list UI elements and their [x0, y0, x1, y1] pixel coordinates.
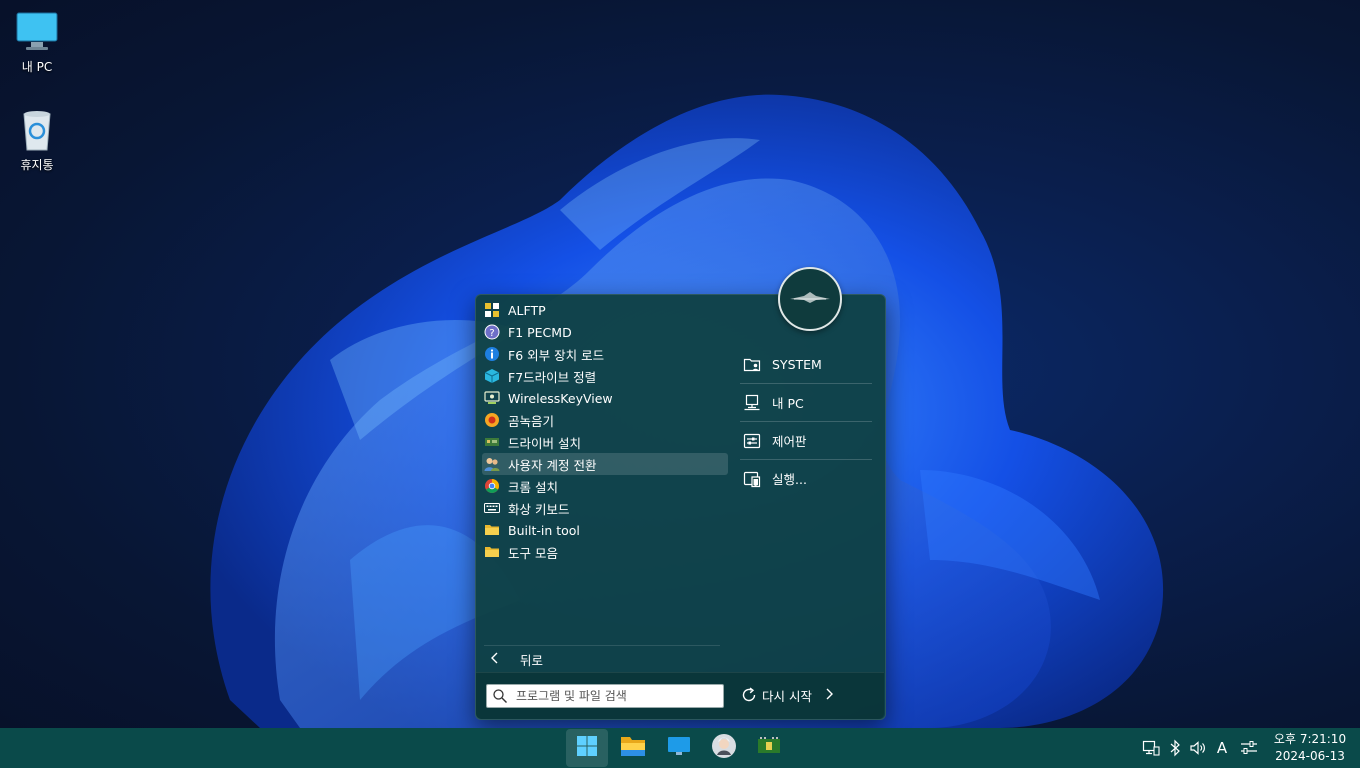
- user-folder-icon: [743, 356, 761, 374]
- taskbar-desktop-app[interactable]: [658, 729, 700, 767]
- search-icon: [492, 688, 508, 704]
- right-item-my-pc[interactable]: 내 PC: [740, 384, 872, 422]
- start-button[interactable]: [566, 729, 608, 767]
- program-label: ALFTP: [508, 302, 546, 318]
- program-label: 곰녹음기: [508, 413, 555, 429]
- hardware-app-icon: [757, 736, 781, 760]
- cube-icon: [484, 368, 500, 384]
- desktop-app-icon: [667, 735, 691, 761]
- settings-sliders-icon[interactable]: [1240, 739, 1258, 757]
- restart-icon: [740, 686, 758, 704]
- recycle-bin-icon: [15, 108, 59, 152]
- right-item-label: 제어판: [772, 434, 807, 449]
- chrome-icon: [484, 478, 500, 494]
- taskbar-hardware-app[interactable]: [748, 729, 790, 767]
- program-item-f7-drive-sort[interactable]: F7드라이브 정렬: [482, 365, 728, 387]
- program-item-wirelesskeyview[interactable]: WirelessKeyView: [482, 387, 728, 409]
- monitor-icon: [15, 10, 59, 54]
- volume-icon[interactable]: [1189, 739, 1207, 757]
- folder-icon: [484, 544, 500, 560]
- desktop-icon-recycle-bin[interactable]: 휴지통: [0, 108, 74, 173]
- program-item-f1-pecmd[interactable]: ? F1 PECMD: [482, 321, 728, 343]
- right-item-system[interactable]: SYSTEM: [740, 346, 872, 384]
- program-item-alftp[interactable]: ALFTP: [482, 299, 728, 321]
- desktop-icon-my-pc[interactable]: 내 PC: [0, 10, 74, 75]
- alftp-icon: [484, 302, 500, 318]
- chevron-right-icon: [824, 687, 836, 704]
- program-label: 도구 모음: [508, 545, 558, 561]
- back-button[interactable]: 뒤로: [484, 645, 720, 672]
- chevron-left-icon: [488, 651, 510, 668]
- windows-logo-icon: [576, 735, 598, 761]
- right-item-label: 실행...: [772, 472, 807, 487]
- bluetooth-icon[interactable]: [1166, 739, 1184, 757]
- taskbar-file-explorer[interactable]: [612, 729, 654, 767]
- program-label: F6 외부 장치 로드: [508, 347, 605, 363]
- program-item-toolbox[interactable]: 도구 모음: [482, 541, 728, 563]
- svg-text:?: ?: [489, 328, 494, 339]
- right-item-run[interactable]: 실행...: [740, 460, 872, 497]
- keyboard-icon: [484, 500, 500, 516]
- program-label: F7드라이브 정렬: [508, 369, 597, 385]
- search-input[interactable]: [514, 688, 708, 704]
- ime-indicator[interactable]: A: [1213, 739, 1231, 757]
- start-right-column: SYSTEM 내 PC 제어판 실행...: [740, 346, 872, 497]
- clock-time: 오후 7:21:10: [1273, 732, 1347, 746]
- right-item-label: 내 PC: [772, 396, 804, 411]
- program-list: ALFTP ? F1 PECMD F6 외부 장치 로드 F7드라이브 정렬 W…: [482, 299, 728, 563]
- program-label: F1 PECMD: [508, 324, 572, 340]
- search-box[interactable]: [486, 684, 724, 708]
- help-icon: ?: [484, 324, 500, 340]
- program-item-built-in-tool[interactable]: Built-in tool: [482, 519, 728, 541]
- back-label: 뒤로: [520, 652, 544, 668]
- clock-date: 2024-06-13: [1275, 749, 1345, 763]
- program-label: WirelessKeyView: [508, 390, 613, 406]
- driver-icon: [484, 434, 500, 450]
- control-panel-icon: [743, 432, 761, 450]
- users-icon: [484, 456, 500, 472]
- recorder-icon: [484, 412, 500, 428]
- program-label: 크롬 설치: [508, 479, 558, 495]
- right-item-label: SYSTEM: [772, 357, 822, 372]
- wireless-key-icon: [484, 390, 500, 406]
- system-clock[interactable]: 오후 7:21:10 2024-06-13: [1268, 731, 1352, 765]
- program-label: Built-in tool: [508, 522, 580, 538]
- program-item-on-screen-keyboard[interactable]: 화상 키보드: [482, 497, 728, 519]
- program-label: 화상 키보드: [508, 501, 570, 517]
- user-avatar[interactable]: [778, 267, 842, 331]
- program-item-gom-recorder[interactable]: 곰녹음기: [482, 409, 728, 431]
- program-item-f6-external-device[interactable]: F6 외부 장치 로드: [482, 343, 728, 365]
- network-icon[interactable]: [1142, 739, 1160, 757]
- user-app-icon: [711, 733, 737, 763]
- program-item-driver-install[interactable]: 드라이버 설치: [482, 431, 728, 453]
- program-item-switch-user[interactable]: 사용자 계정 전환: [482, 453, 728, 475]
- computer-icon: [743, 394, 761, 412]
- program-item-chrome-install[interactable]: 크롬 설치: [482, 475, 728, 497]
- run-icon: [743, 470, 761, 488]
- restart-button[interactable]: 다시 시작: [740, 684, 836, 706]
- desktop-icon-label: 휴지통: [20, 158, 54, 172]
- folder-icon: [484, 522, 500, 538]
- info-icon: [484, 346, 500, 362]
- desktop-icon-label: 내 PC: [21, 60, 53, 74]
- taskbar-user-app[interactable]: [703, 729, 745, 767]
- program-label: 드라이버 설치: [508, 435, 581, 451]
- file-explorer-icon: [620, 734, 646, 762]
- restart-label: 다시 시작: [762, 688, 812, 704]
- right-item-control-panel[interactable]: 제어판: [740, 422, 872, 460]
- program-label: 사용자 계정 전환: [508, 457, 597, 473]
